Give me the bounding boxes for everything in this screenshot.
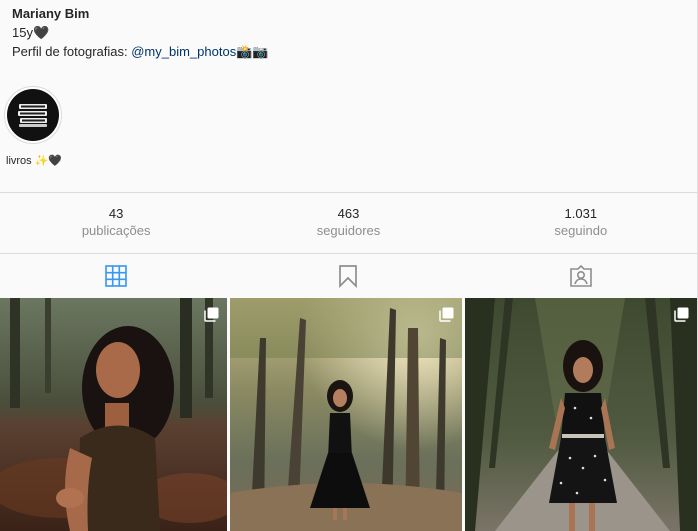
bio-prefix: Perfil de fotografias: xyxy=(12,44,132,59)
bio-link[interactable]: @my_bim_photos xyxy=(131,44,236,59)
grid-icon xyxy=(105,265,127,287)
stat-posts[interactable]: 43 publicações xyxy=(0,193,232,253)
stat-posts-label: publicações xyxy=(81,223,151,238)
bio-line-1: 15y🖤 xyxy=(12,25,50,40)
multiple-photos-icon xyxy=(439,307,454,322)
stat-posts-value: 43 xyxy=(108,206,124,221)
stat-followers-label: seguidores xyxy=(316,223,381,238)
post-photo-2 xyxy=(230,298,462,531)
profile-stats: 43 publicações 463 seguidores 1.031 segu… xyxy=(0,192,697,254)
bookmark-icon xyxy=(339,265,358,288)
stat-following-value: 1.031 xyxy=(564,206,598,221)
post-photo-1 xyxy=(0,298,227,531)
multiple-photos-icon xyxy=(674,307,689,322)
post-thumbnail[interactable] xyxy=(230,298,462,531)
tab-saved[interactable] xyxy=(232,254,464,298)
multiple-photos-icon xyxy=(204,307,219,322)
story-highlight[interactable] xyxy=(4,86,64,144)
stat-followers-value: 463 xyxy=(337,206,360,221)
books-icon xyxy=(7,89,59,141)
bio-suffix: 📸📷 xyxy=(236,44,269,59)
stat-following[interactable]: 1.031 seguindo xyxy=(465,193,697,253)
profile-tabs xyxy=(0,254,697,298)
tab-tagged[interactable] xyxy=(465,254,697,298)
post-photo-3 xyxy=(465,298,697,531)
post-thumbnail[interactable] xyxy=(0,298,227,531)
profile-page: Mariany Bim 15y🖤 Perfil de fotografias: … xyxy=(0,0,698,531)
posts-grid xyxy=(0,298,697,531)
profile-bio: Mariany Bim 15y🖤 Perfil de fotografias: … xyxy=(12,4,269,61)
tab-posts-grid[interactable] xyxy=(0,254,232,298)
highlight-label: livros ✨🖤 xyxy=(6,155,63,167)
bio-line-2: Perfil de fotografias: @my_bim_photos📸📷 xyxy=(12,42,269,61)
profile-name: Mariany Bim xyxy=(12,6,90,21)
post-thumbnail[interactable] xyxy=(465,298,697,531)
highlight-ring[interactable] xyxy=(4,86,62,144)
stat-following-label: seguindo xyxy=(554,223,608,238)
stat-followers[interactable]: 463 seguidores xyxy=(232,193,464,253)
tagged-icon xyxy=(570,264,592,287)
